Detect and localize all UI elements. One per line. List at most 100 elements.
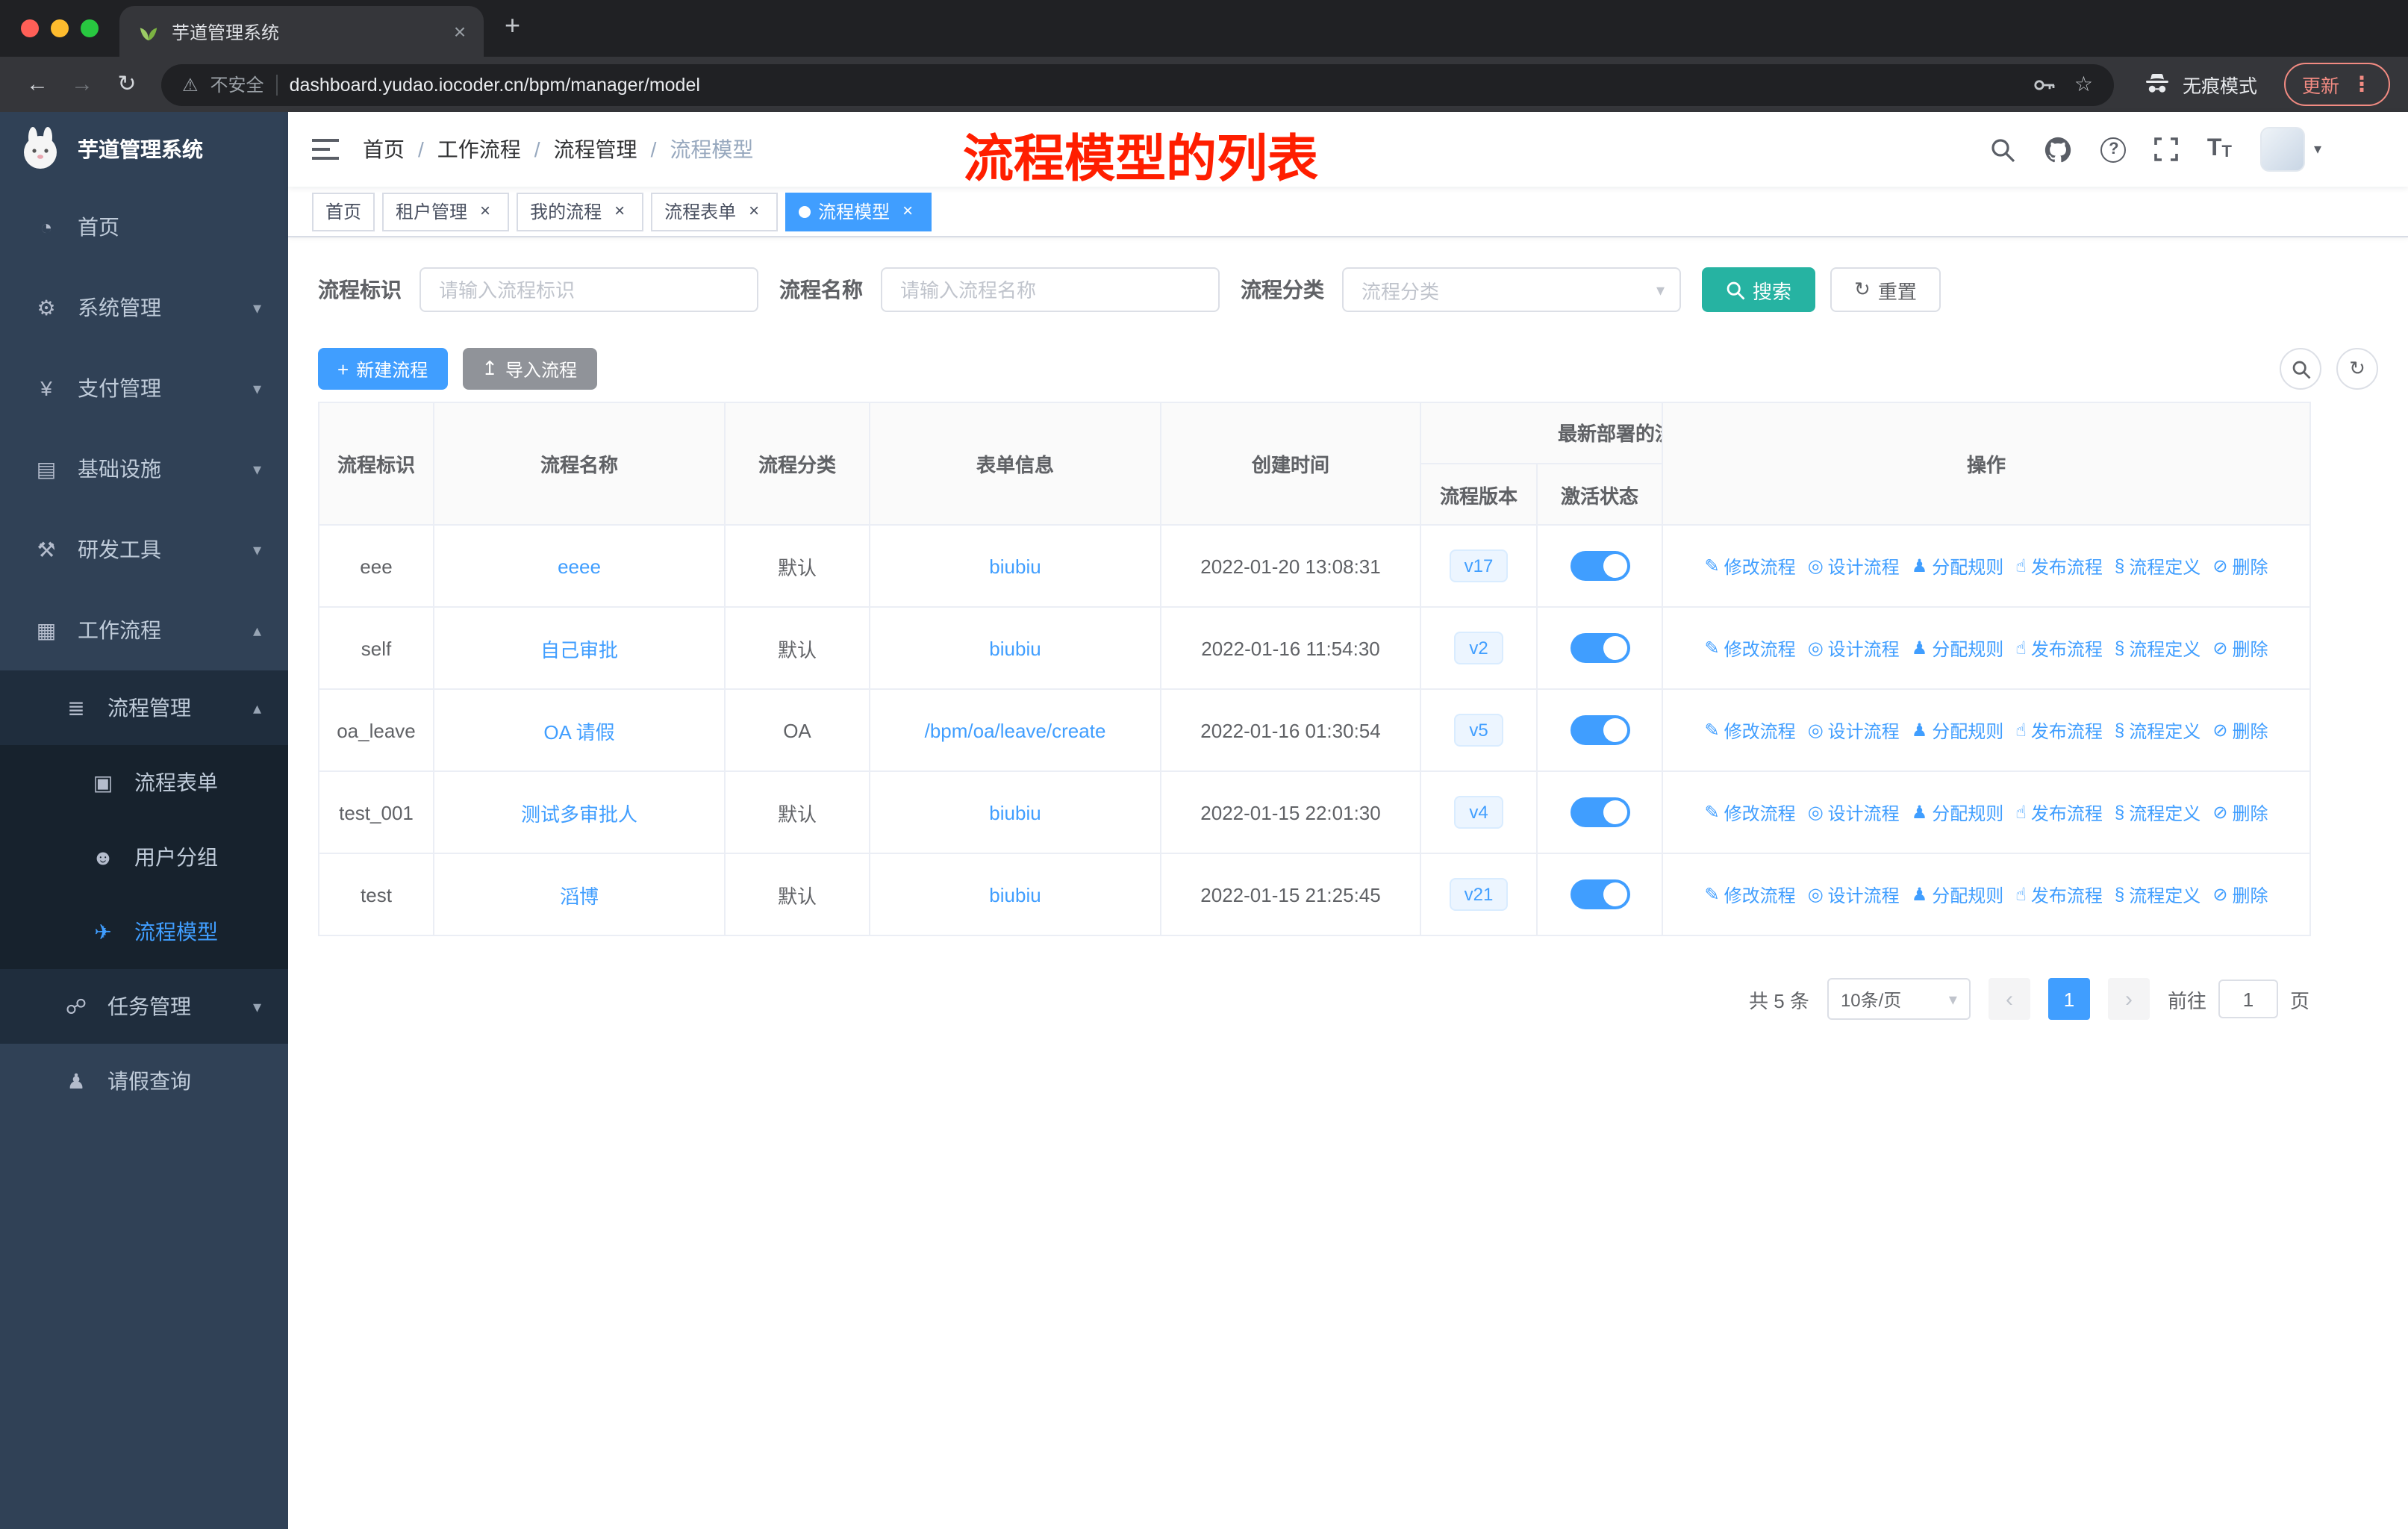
tag-process-form[interactable]: 流程表单 × — [651, 192, 779, 231]
action-assign-rule[interactable]: ♟ 分配规则 — [1912, 553, 2004, 579]
action-assign-rule[interactable]: ♟ 分配规则 — [1912, 717, 2004, 743]
minimize-window-button[interactable] — [51, 19, 69, 37]
form-info-link[interactable]: biubiu — [989, 801, 1041, 823]
app-logo[interactable]: 芋道管理系统 — [0, 112, 288, 187]
sidebar-item-leave-query[interactable]: ♟ 请假查询 — [0, 1044, 288, 1118]
action-definition[interactable]: § 流程定义 — [2115, 800, 2200, 825]
tag-process-model[interactable]: 流程模型 × — [785, 192, 932, 231]
form-info-link[interactable]: biubiu — [989, 637, 1041, 659]
fullscreen-icon[interactable] — [2155, 137, 2179, 161]
action-assign-rule[interactable]: ♟ 分配规则 — [1912, 635, 2004, 661]
action-modify[interactable]: ✎ 修改流程 — [1705, 553, 1796, 579]
process-name-link[interactable]: 测试多审批人 — [521, 803, 637, 825]
action-delete[interactable]: ⊘ 删除 — [2212, 717, 2268, 743]
action-definition[interactable]: § 流程定义 — [2115, 635, 2200, 661]
process-name-input[interactable] — [881, 267, 1220, 312]
forward-icon[interactable]: → — [63, 65, 102, 104]
prev-page-button[interactable]: ‹ — [1988, 978, 2030, 1020]
sidebar-item-user-group[interactable]: ☻ 用户分组 — [0, 820, 288, 894]
new-tab-button[interactable]: + — [484, 10, 520, 47]
sidebar-item-workflow[interactable]: ▦ 工作流程 ▴ — [0, 590, 288, 670]
sidebar-item-system[interactable]: ⚙ 系统管理 ▾ — [0, 267, 288, 348]
back-icon[interactable]: ← — [18, 65, 57, 104]
action-definition[interactable]: § 流程定义 — [2115, 882, 2200, 907]
help-icon[interactable]: ? — [2100, 137, 2127, 162]
user-avatar[interactable] — [2259, 127, 2305, 172]
process-key-input[interactable] — [419, 267, 758, 312]
tag-my-process[interactable]: 我的流程 × — [517, 192, 644, 231]
breadcrumb-home[interactable]: 首页 — [363, 134, 424, 164]
process-name-link[interactable]: 自己审批 — [540, 638, 618, 661]
current-page-button[interactable]: 1 — [2047, 978, 2090, 1020]
action-publish[interactable]: ☝ 发布流程 — [2015, 882, 2103, 907]
process-category-select[interactable]: 流程分类 ▾ — [1342, 267, 1681, 312]
action-modify[interactable]: ✎ 修改流程 — [1705, 635, 1796, 661]
action-modify[interactable]: ✎ 修改流程 — [1705, 717, 1796, 743]
action-design[interactable]: ◎ 设计流程 — [1808, 882, 1900, 907]
sidebar-item-payment[interactable]: ¥ 支付管理 ▾ — [0, 348, 288, 429]
action-publish[interactable]: ☝ 发布流程 — [2015, 553, 2103, 579]
breadcrumb-process-management[interactable]: 流程管理 — [554, 134, 657, 164]
action-delete[interactable]: ⊘ 删除 — [2212, 553, 2268, 579]
address-bar[interactable]: ⚠ 不安全 dashboard.yudao.iocoder.cn/bpm/man… — [161, 63, 2114, 105]
action-assign-rule[interactable]: ♟ 分配规则 — [1912, 882, 2004, 907]
active-switch[interactable] — [1570, 633, 1629, 663]
font-size-icon[interactable]: TT — [2207, 137, 2232, 161]
form-info-link[interactable]: biubiu — [989, 555, 1041, 577]
refresh-table-button[interactable]: ↻ — [2336, 348, 2378, 390]
action-design[interactable]: ◎ 设计流程 — [1808, 635, 1900, 661]
tag-home[interactable]: 首页 — [312, 192, 375, 231]
maximize-window-button[interactable] — [81, 19, 99, 37]
action-publish[interactable]: ☝ 发布流程 — [2015, 717, 2103, 743]
bookmark-star-icon[interactable]: ☆ — [2074, 72, 2093, 97]
toggle-search-button[interactable] — [2280, 348, 2321, 390]
sidebar-item-home[interactable]: ◔ 首页 — [0, 187, 288, 267]
sidebar-item-infrastructure[interactable]: ▤ 基础设施 ▾ — [0, 429, 288, 509]
active-switch[interactable] — [1570, 879, 1629, 909]
sidebar-item-process-model[interactable]: ✈ 流程模型 — [0, 894, 288, 969]
tag-tenant[interactable]: 租户管理 × — [382, 192, 510, 231]
action-delete[interactable]: ⊘ 删除 — [2212, 882, 2268, 907]
sidebar-item-task-management[interactable]: ☍ 任务管理 ▾ — [0, 969, 288, 1044]
goto-page-input[interactable] — [2218, 980, 2278, 1018]
form-info-link[interactable]: biubiu — [989, 883, 1041, 906]
action-modify[interactable]: ✎ 修改流程 — [1705, 882, 1796, 907]
user-menu[interactable]: ▾ — [2259, 127, 2321, 172]
next-page-button[interactable]: › — [2107, 978, 2150, 1020]
hamburger-icon[interactable] — [288, 112, 363, 187]
close-icon[interactable]: × — [897, 200, 918, 222]
close-icon[interactable]: × — [609, 200, 630, 222]
reload-icon[interactable]: ↻ — [107, 65, 146, 104]
action-definition[interactable]: § 流程定义 — [2115, 553, 2200, 579]
sidebar-item-process-form[interactable]: ▣ 流程表单 — [0, 745, 288, 820]
action-definition[interactable]: § 流程定义 — [2115, 717, 2200, 743]
create-process-button[interactable]: + 新建流程 — [318, 348, 448, 390]
import-process-button[interactable]: ↥ 导入流程 — [462, 348, 597, 390]
action-design[interactable]: ◎ 设计流程 — [1808, 717, 1900, 743]
action-publish[interactable]: ☝ 发布流程 — [2015, 635, 2103, 661]
action-assign-rule[interactable]: ♟ 分配规则 — [1912, 800, 2004, 825]
reset-button[interactable]: ↻ 重置 — [1830, 267, 1941, 312]
browser-update-button[interactable]: 更新 ⋮ — [2283, 63, 2390, 106]
process-name-link[interactable]: 滔博 — [560, 885, 599, 907]
action-design[interactable]: ◎ 设计流程 — [1808, 553, 1900, 579]
search-icon[interactable] — [1991, 137, 2016, 162]
key-icon[interactable] — [2033, 72, 2056, 96]
browser-tab[interactable]: 芋道管理系统 × — [119, 6, 484, 57]
tab-close-icon[interactable]: × — [448, 19, 472, 43]
close-icon[interactable]: × — [743, 200, 764, 222]
action-publish[interactable]: ☝ 发布流程 — [2015, 800, 2103, 825]
active-switch[interactable] — [1570, 715, 1629, 745]
menu-dots-icon[interactable]: ⋮ — [2351, 72, 2372, 97]
close-icon[interactable]: × — [475, 200, 496, 222]
process-name-link[interactable]: eeee — [558, 555, 601, 577]
page-size-select[interactable]: 10条/页 ▾ — [1827, 978, 1971, 1020]
form-info-link[interactable]: /bpm/oa/leave/create — [925, 719, 1106, 741]
active-switch[interactable] — [1570, 551, 1629, 581]
action-delete[interactable]: ⊘ 删除 — [2212, 635, 2268, 661]
breadcrumb-workflow[interactable]: 工作流程 — [437, 134, 540, 164]
sidebar-item-process-management[interactable]: ≣ 流程管理 ▴ — [0, 670, 288, 745]
close-window-button[interactable] — [21, 19, 39, 37]
action-design[interactable]: ◎ 设计流程 — [1808, 800, 1900, 825]
action-delete[interactable]: ⊘ 删除 — [2212, 800, 2268, 825]
